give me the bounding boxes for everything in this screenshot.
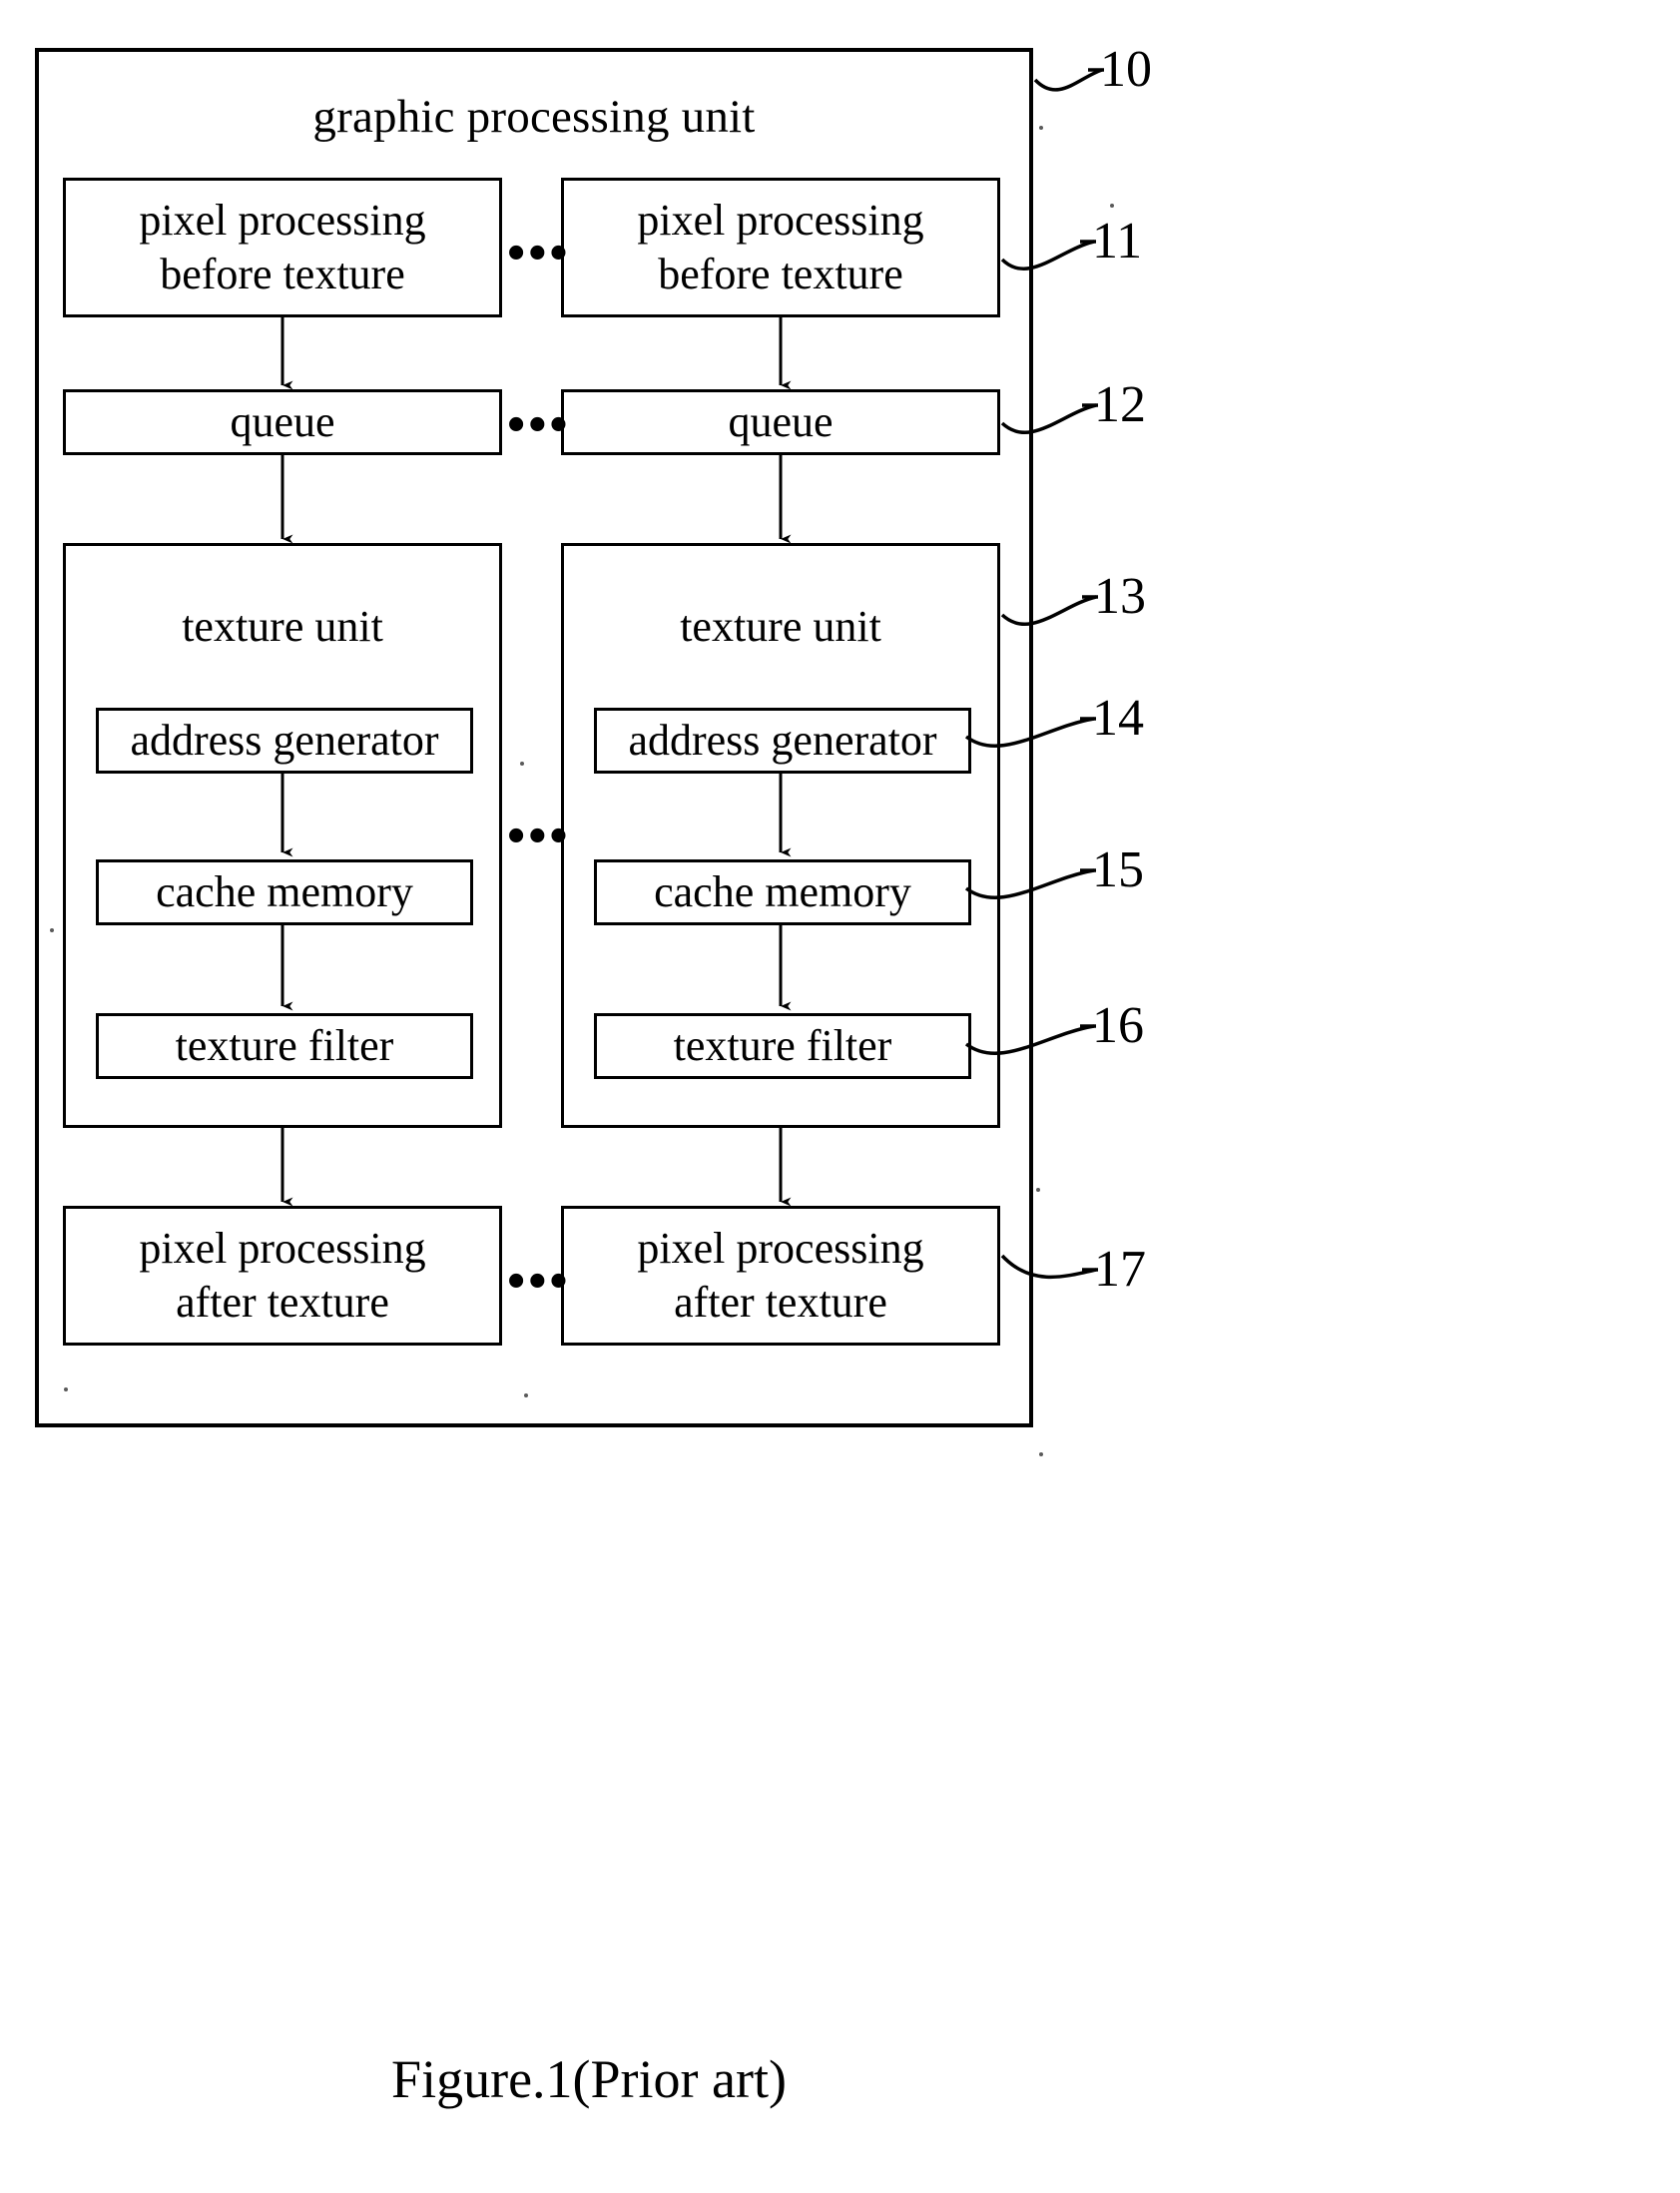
scan-speck <box>1039 1452 1043 1456</box>
pixel-processing-before-texture-label-right: pixel processing before texture <box>631 194 929 301</box>
pixel-processing-before-texture-line2-left: before texture <box>160 250 405 298</box>
ellipsis-row-pixel-after: ••• <box>507 1253 571 1310</box>
scan-speck <box>1036 1188 1040 1192</box>
queue-box-left: queue <box>63 389 502 455</box>
ellipsis-row-queue: ••• <box>507 396 571 453</box>
reference-numeral-12: 12 <box>1094 376 1146 433</box>
reference-numeral-11: 11 <box>1092 213 1143 270</box>
queue-label-right: queue <box>728 397 834 446</box>
texture-unit-box-left: texture unit address generator cache mem… <box>63 543 502 1128</box>
pixel-processing-after-texture-line1-left: pixel processing <box>139 1224 426 1273</box>
pixel-processing-before-texture-line1-right: pixel processing <box>637 196 924 245</box>
pixel-processing-before-texture-box-left: pixel processing before texture <box>63 178 502 317</box>
pixel-processing-before-texture-line1-left: pixel processing <box>139 196 426 245</box>
pixel-processing-after-texture-line2-right: after texture <box>674 1278 887 1327</box>
reference-numeral-14: 14 <box>1092 690 1144 747</box>
reference-numeral-15: 15 <box>1092 841 1144 898</box>
address-generator-box-right: address generator <box>594 708 971 774</box>
reference-numeral-16: 16 <box>1092 997 1144 1054</box>
pixel-processing-after-texture-line2-left: after texture <box>176 1278 389 1327</box>
cache-memory-box-right: cache memory <box>594 859 971 925</box>
texture-unit-box-right: texture unit address generator cache mem… <box>561 543 1000 1128</box>
cache-memory-label-right: cache memory <box>654 867 911 916</box>
reference-numeral-10: 10 <box>1100 41 1152 98</box>
reference-numeral-13: 13 <box>1094 568 1146 625</box>
queue-label-left: queue <box>230 397 335 446</box>
scan-speck <box>1110 204 1114 208</box>
texture-filter-box-right: texture filter <box>594 1013 971 1079</box>
address-generator-label-left: address generator <box>130 716 439 765</box>
scan-speck <box>1039 126 1043 130</box>
pixel-processing-after-texture-box-right: pixel processing after texture <box>561 1206 1000 1346</box>
ellipsis-row-pixel-before: ••• <box>507 225 571 281</box>
queue-box-right: queue <box>561 389 1000 455</box>
figure-caption: Figure.1(Prior art) <box>391 2049 787 2109</box>
scan-speck <box>64 1387 68 1391</box>
scan-speck <box>50 928 54 932</box>
ellipsis-row-texture-unit: ••• <box>507 808 571 864</box>
scan-speck <box>520 762 524 766</box>
pixel-processing-after-texture-label-left: pixel processing after texture <box>133 1222 431 1330</box>
pixel-processing-before-texture-line2-right: before texture <box>658 250 903 298</box>
cache-memory-box-left: cache memory <box>96 859 473 925</box>
address-generator-label-right: address generator <box>628 716 937 765</box>
texture-filter-label-left: texture filter <box>175 1021 394 1070</box>
texture-filter-label-right: texture filter <box>673 1021 892 1070</box>
graphic-processing-unit-title: graphic processing unit <box>312 91 756 143</box>
pixel-processing-after-texture-label-right: pixel processing after texture <box>631 1222 929 1330</box>
pixel-processing-after-texture-line1-right: pixel processing <box>637 1224 924 1273</box>
reference-numeral-17: 17 <box>1094 1241 1146 1298</box>
texture-filter-box-left: texture filter <box>96 1013 473 1079</box>
pixel-processing-after-texture-box-left: pixel processing after texture <box>63 1206 502 1346</box>
texture-unit-label-right: texture unit <box>680 602 881 651</box>
pixel-processing-before-texture-box-right: pixel processing before texture <box>561 178 1000 317</box>
address-generator-box-left: address generator <box>96 708 473 774</box>
cache-memory-label-left: cache memory <box>156 867 413 916</box>
scan-speck <box>524 1393 528 1397</box>
figure-canvas: graphic processing unit pixel processing… <box>0 0 1680 2193</box>
pixel-processing-before-texture-label-left: pixel processing before texture <box>133 194 431 301</box>
leader-line-10 <box>1033 68 1103 92</box>
texture-unit-label-left: texture unit <box>182 602 383 651</box>
